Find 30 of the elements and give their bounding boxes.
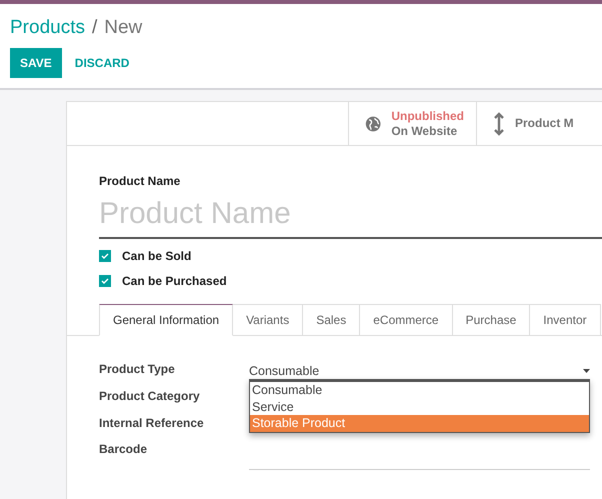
- tab[interactable]: General Information: [99, 304, 234, 336]
- tab[interactable]: Sales: [303, 304, 360, 335]
- breadcrumb-current: New: [104, 17, 142, 39]
- field-label: Internal Reference: [99, 416, 205, 430]
- field-label: Product Name: [99, 174, 182, 188]
- check-icon: [101, 278, 109, 284]
- vertical-arrows-icon: [493, 112, 505, 136]
- publish-stat-button[interactable]: Unpublished On Website: [348, 102, 476, 145]
- checkbox[interactable]: [99, 250, 111, 262]
- tab[interactable]: Variants: [233, 304, 304, 335]
- checkbox-label: Can be Sold: [122, 248, 192, 262]
- checkbox[interactable]: [99, 274, 111, 286]
- globe-icon: [365, 114, 382, 134]
- checkbox-label: Can be Purchased: [122, 274, 227, 288]
- discard-button[interactable]: DISCARD: [64, 48, 140, 78]
- dropdown-option[interactable]: Consumable: [250, 382, 589, 398]
- tab[interactable]: eCommerce: [360, 304, 453, 335]
- dropdown-option[interactable]: Service: [250, 398, 589, 415]
- save-button[interactable]: SAVE: [10, 48, 62, 78]
- breadcrumb-link[interactable]: Products: [10, 17, 85, 39]
- field-label: Product Type: [99, 362, 176, 376]
- tab[interactable]: Inventor: [530, 304, 601, 335]
- field-label: Product Category: [99, 389, 201, 403]
- measure-stat-button[interactable]: Product M: [476, 102, 602, 145]
- check-icon: [101, 252, 109, 258]
- tab[interactable]: Purchase: [452, 304, 530, 335]
- field-label: Barcode: [99, 442, 148, 456]
- breadcrumb-separator: /: [92, 17, 98, 39]
- product-type-select[interactable]: Consumable: [249, 362, 590, 380]
- caret-icon: [583, 369, 590, 373]
